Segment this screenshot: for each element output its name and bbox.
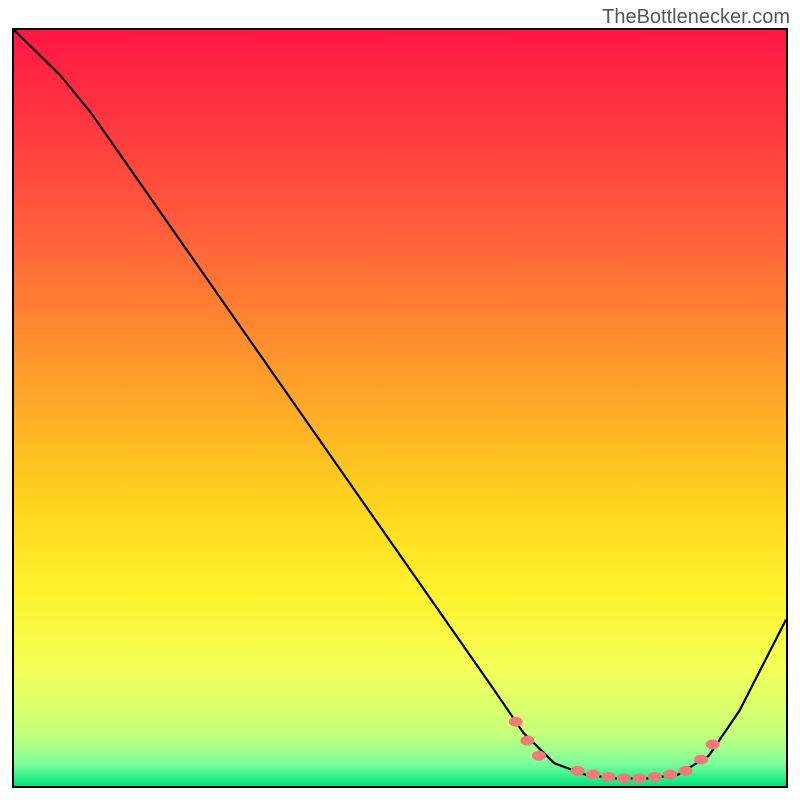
curve-marker: [663, 770, 677, 780]
curve-marker: [532, 751, 546, 761]
curve-marker: [694, 755, 708, 765]
curve-marker: [679, 766, 693, 776]
curve-marker: [706, 739, 720, 749]
curve-marker: [586, 770, 600, 780]
chart-plot-area: [12, 28, 788, 788]
curve-marker: [617, 773, 631, 783]
curve-marker: [571, 766, 585, 776]
curve-marker: [601, 772, 615, 782]
curve-marker: [632, 773, 646, 783]
watermark-text: TheBottlenecker.com: [602, 6, 790, 29]
curve-marker: [509, 717, 523, 727]
bottleneck-curve: [14, 30, 786, 786]
curve-marker: [520, 736, 534, 746]
curve-marker: [648, 772, 662, 782]
